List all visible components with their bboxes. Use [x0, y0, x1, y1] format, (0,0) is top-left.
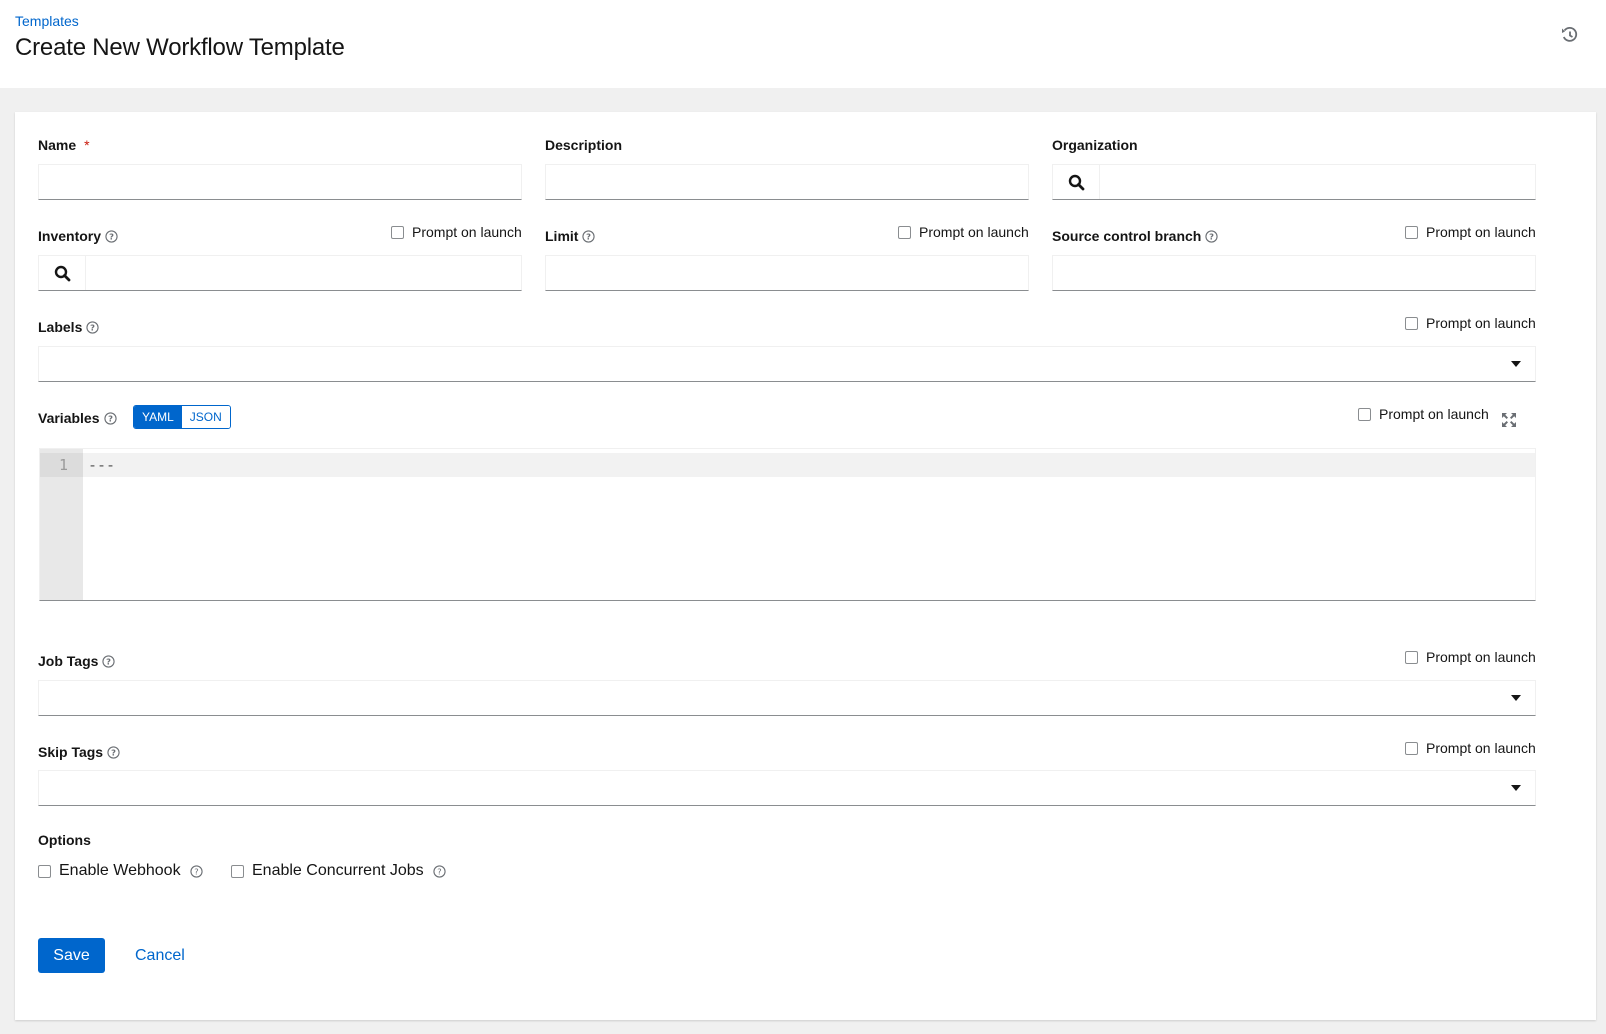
checkbox[interactable] — [1405, 741, 1418, 755]
form-card: Name * Description Organization Inventory… — [15, 112, 1596, 1020]
svg-text:?: ? — [109, 231, 114, 241]
variables-code-editor[interactable]: 1 --- — [39, 448, 1536, 601]
name-input[interactable] — [38, 164, 522, 200]
prompt-label: Prompt on launch — [1426, 649, 1536, 665]
checkbox[interactable] — [1358, 407, 1371, 421]
active-line — [83, 453, 1535, 477]
variables-prompt-checkbox[interactable]: Prompt on launch — [1358, 406, 1489, 422]
caret-down-icon[interactable] — [1511, 695, 1521, 701]
labels-label-text: Labels — [38, 319, 83, 335]
svg-text:?: ? — [107, 656, 112, 666]
job-tags-prompt-checkbox[interactable]: Prompt on launch — [1405, 649, 1536, 665]
checkbox[interactable] — [1405, 650, 1418, 664]
prompt-label: Prompt on launch — [1379, 406, 1489, 422]
inventory-prompt-checkbox[interactable]: Prompt on launch — [391, 224, 522, 240]
inventory-label: Inventory ? — [38, 228, 118, 244]
organization-label: Organization — [1052, 137, 1138, 153]
help-icon[interactable]: ? — [102, 654, 116, 668]
options-label: Options — [38, 832, 91, 848]
help-icon[interactable]: ? — [103, 411, 117, 425]
search-icon — [1068, 174, 1084, 190]
option-label: Enable Webhook — [59, 862, 181, 879]
page-header: Templates Create New Workflow Template — [0, 0, 1606, 88]
variables-mode-toggle: YAML JSON — [133, 405, 231, 429]
caret-down-icon[interactable] — [1511, 361, 1521, 367]
mode-yaml-button[interactable]: YAML — [134, 406, 182, 428]
breadcrumb-templates[interactable]: Templates — [15, 13, 79, 29]
job-tags-select[interactable] — [38, 680, 1536, 716]
labels-label: Labels ? — [38, 319, 99, 335]
help-icon[interactable]: ? — [189, 864, 203, 878]
svg-text:?: ? — [90, 322, 95, 332]
description-input[interactable] — [545, 164, 1029, 200]
prompt-label: Prompt on launch — [1426, 224, 1536, 240]
help-icon[interactable]: ? — [1205, 229, 1218, 243]
inventory-input[interactable] — [38, 255, 522, 291]
prompt-label: Prompt on launch — [412, 224, 522, 240]
checkbox[interactable] — [1405, 225, 1418, 239]
job-tags-label-text: Job Tags — [38, 653, 99, 669]
save-button[interactable]: Save — [38, 938, 105, 973]
checkbox[interactable] — [898, 225, 911, 239]
labels-prompt-checkbox[interactable]: Prompt on launch — [1405, 315, 1536, 331]
required-marker: * — [84, 137, 90, 153]
job-tags-label: Job Tags ? — [38, 653, 116, 669]
svg-text:?: ? — [194, 866, 198, 876]
prompt-label: Prompt on launch — [1426, 315, 1536, 331]
scm-branch-label: Source control branch ? — [1052, 228, 1218, 244]
variables-label: Variables ? — [38, 410, 117, 426]
organization-lookup-button[interactable] — [1053, 165, 1100, 199]
limit-input[interactable] — [545, 255, 1029, 291]
scm-branch-prompt-checkbox[interactable]: Prompt on launch — [1405, 224, 1536, 240]
skip-tags-label-text: Skip Tags — [38, 744, 104, 760]
inventory-label-text: Inventory — [38, 228, 102, 244]
mode-json-button[interactable]: JSON — [181, 406, 230, 428]
skip-tags-prompt-checkbox[interactable]: Prompt on launch — [1405, 740, 1536, 756]
svg-text:?: ? — [1209, 231, 1214, 241]
checkbox[interactable] — [1405, 316, 1418, 330]
cancel-button[interactable]: Cancel — [133, 938, 187, 973]
checkbox[interactable] — [38, 864, 51, 878]
organization-input[interactable] — [1052, 164, 1536, 200]
scm-branch-label-text: Source control branch — [1052, 228, 1202, 244]
svg-text:?: ? — [108, 413, 113, 423]
svg-text:?: ? — [111, 747, 116, 757]
description-label: Description — [545, 137, 623, 153]
labels-select[interactable] — [38, 346, 1536, 382]
help-icon[interactable]: ? — [107, 745, 120, 759]
line-number: 1 — [40, 453, 70, 477]
svg-text:?: ? — [587, 231, 592, 241]
svg-text:?: ? — [437, 866, 441, 876]
limit-prompt-checkbox[interactable]: Prompt on launch — [898, 224, 1029, 240]
checkbox[interactable] — [391, 225, 404, 239]
caret-down-icon[interactable] — [1511, 785, 1521, 791]
variables-label-text: Variables — [38, 410, 100, 426]
prompt-label: Prompt on launch — [919, 224, 1029, 240]
expand-icon[interactable] — [1501, 412, 1517, 428]
limit-label: Limit ? — [545, 228, 596, 244]
enable-concurrent-jobs-checkbox[interactable]: Enable Concurrent Jobs ? — [231, 862, 446, 880]
checkbox[interactable] — [231, 864, 244, 878]
prompt-label: Prompt on launch — [1426, 740, 1536, 756]
inventory-lookup-button[interactable] — [39, 256, 86, 290]
name-label-text: Name — [38, 137, 77, 153]
search-icon — [54, 265, 70, 281]
history-icon[interactable] — [1561, 26, 1581, 46]
skip-tags-label: Skip Tags ? — [38, 744, 120, 760]
page-title: Create New Workflow Template — [15, 34, 345, 61]
enable-webhook-checkbox[interactable]: Enable Webhook ? — [38, 862, 203, 880]
scm-branch-input[interactable] — [1052, 255, 1536, 291]
help-icon[interactable]: ? — [582, 229, 596, 243]
code-line[interactable]: --- — [88, 453, 115, 477]
name-label: Name * — [38, 137, 90, 153]
limit-label-text: Limit — [545, 228, 579, 244]
help-icon[interactable]: ? — [433, 864, 446, 878]
help-icon[interactable]: ? — [86, 320, 99, 334]
option-label: Enable Concurrent Jobs — [252, 862, 424, 879]
skip-tags-select[interactable] — [38, 770, 1536, 806]
help-icon[interactable]: ? — [105, 229, 118, 243]
